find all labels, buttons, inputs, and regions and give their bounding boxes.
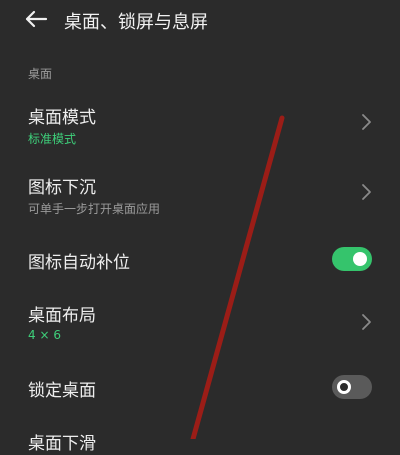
arrow-left-icon[interactable] bbox=[24, 10, 48, 28]
lock-desktop-title: 锁定桌面 bbox=[28, 381, 96, 401]
icon-auto-fill-row: 图标自动补位 bbox=[0, 240, 400, 280]
desktop-mode-row[interactable]: 桌面模式 标准模式 bbox=[0, 98, 400, 154]
icon-auto-fill-title: 图标自动补位 bbox=[28, 253, 130, 273]
section-label: 桌面 bbox=[28, 67, 53, 81]
desktop-mode-value: 标准模式 bbox=[28, 132, 77, 146]
chevron-right-icon bbox=[362, 184, 371, 200]
icon-sink-row[interactable]: 图标下沉 可单手一步打开桌面应用 bbox=[0, 168, 400, 224]
toggle-knob bbox=[353, 252, 367, 266]
header-bar: 桌面、锁屏与息屏 bbox=[0, 0, 400, 40]
desktop-layout-value: 4 × 6 bbox=[28, 328, 61, 342]
desktop-layout-title: 桌面布局 bbox=[28, 306, 96, 326]
lock-desktop-toggle[interactable] bbox=[332, 375, 372, 399]
icon-sink-title: 图标下沉 bbox=[28, 178, 96, 198]
chevron-right-icon bbox=[362, 114, 371, 130]
desktop-swipe-down-row[interactable]: 桌面下滑 bbox=[0, 425, 400, 455]
icon-auto-fill-toggle[interactable] bbox=[332, 247, 372, 271]
page-title: 桌面、锁屏与息屏 bbox=[64, 12, 208, 33]
desktop-swipe-down-title: 桌面下滑 bbox=[28, 434, 96, 454]
desktop-layout-row[interactable]: 桌面布局 4 × 6 bbox=[0, 296, 400, 352]
icon-sink-description: 可单手一步打开桌面应用 bbox=[28, 202, 161, 216]
toggle-knob bbox=[337, 380, 351, 394]
lock-desktop-row: 锁定桌面 bbox=[0, 368, 400, 408]
chevron-right-icon bbox=[362, 314, 371, 330]
desktop-mode-title: 桌面模式 bbox=[28, 108, 96, 128]
